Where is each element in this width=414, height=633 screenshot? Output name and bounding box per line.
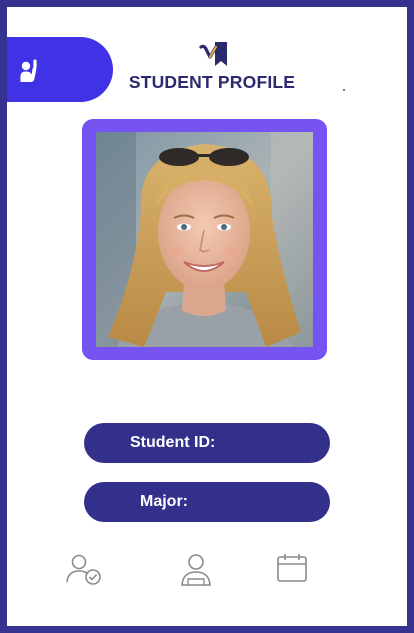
raise-hand-button[interactable] (7, 37, 113, 102)
nav-attendance-button[interactable] (65, 552, 103, 591)
student-id-field: Student ID: (84, 423, 330, 463)
app-frame: STUDENT PROFILE Student ID: Major: (0, 0, 414, 633)
student-photo (96, 132, 313, 347)
major-label: Major: (140, 493, 188, 510)
user-check-icon (66, 554, 101, 585)
student-profile-icon (181, 554, 211, 586)
nav-profile-button[interactable] (179, 552, 213, 593)
brand-header: STUDENT PROFILE (127, 41, 297, 93)
major-field: Major: (84, 482, 330, 522)
nav-calendar-button[interactable] (275, 552, 309, 589)
calendar-icon (277, 554, 307, 582)
page-title: STUDENT PROFILE (128, 72, 296, 92)
student-id-label: Student ID: (130, 434, 216, 451)
raise-hand-icon (20, 59, 37, 82)
stray-dot (343, 89, 345, 91)
v-bookmark-logo-icon (199, 42, 227, 66)
profile-photo-frame (82, 119, 327, 360)
bottom-nav (7, 552, 407, 592)
